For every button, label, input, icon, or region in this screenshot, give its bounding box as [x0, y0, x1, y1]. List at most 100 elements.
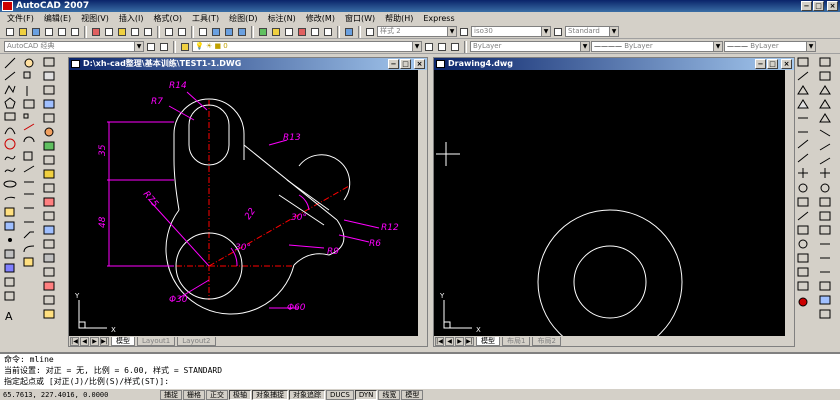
layer-select[interactable]: 💡 ☀ ■ 0 ▼ [192, 41, 422, 52]
drawing-canvas[interactable]: Y X [434, 70, 785, 336]
make-current-layer-icon[interactable] [423, 41, 435, 53]
drawing-canvas[interactable]: R14 R7 R13 35 48 R75 22 R12 R6 R9 30° 30… [69, 70, 418, 336]
dim-phi30: Φ30 [169, 295, 188, 305]
maximize-button[interactable]: □ [767, 59, 778, 69]
model-toggle[interactable]: 模型 [401, 389, 424, 400]
workspace-select[interactable]: AutoCAD 经典 ▼ [4, 41, 144, 52]
close-button[interactable]: × [781, 59, 792, 69]
text-style-select[interactable]: 样式 2 ▼ [377, 26, 457, 37]
workspace-save-icon[interactable] [158, 41, 170, 53]
cut-icon[interactable] [90, 26, 102, 38]
workspace-settings-icon[interactable] [145, 41, 157, 53]
first-tab-icon[interactable]: |◀ [70, 336, 79, 346]
paste-icon[interactable] [116, 26, 128, 38]
menu-window[interactable]: 窗口(W) [342, 13, 382, 24]
command-prompt[interactable]: 指定起点或 [对正(J)/比例(S)/样式(ST)]: [4, 376, 840, 387]
zoom-window-icon[interactable] [223, 26, 235, 38]
maximize-button[interactable]: □ [813, 1, 824, 11]
snap-toggle[interactable]: 捕捉 [160, 389, 182, 400]
layer-previous-icon[interactable] [436, 41, 448, 53]
new-icon[interactable] [4, 26, 16, 38]
redo-icon[interactable] [176, 26, 188, 38]
tab-model[interactable]: 模型 [476, 336, 500, 346]
menu-view[interactable]: 视图(V) [78, 13, 116, 24]
close-button[interactable]: × [414, 59, 425, 69]
dim-update-icon [797, 281, 809, 291]
tab-layout1[interactable]: 布局1 [502, 336, 531, 346]
zoom-previous-icon[interactable] [236, 26, 248, 38]
menu-edit[interactable]: 编辑(E) [41, 13, 78, 24]
leader-icon [797, 211, 809, 221]
osnap-node-icon [819, 211, 831, 221]
undo-icon[interactable] [163, 26, 175, 38]
dim-phi60: Φ60 [287, 303, 306, 313]
menu-format[interactable]: 格式(O) [150, 13, 189, 24]
polar-toggle[interactable]: 极轴 [229, 389, 251, 400]
menu-dimension[interactable]: 标注(N) [265, 13, 303, 24]
dim-35: 35 [98, 144, 108, 156]
lineweight-toggle[interactable]: 线宽 [378, 389, 401, 400]
menu-express[interactable]: Express [420, 14, 461, 23]
prev-tab-icon[interactable]: ◀ [80, 336, 89, 346]
quickcalc-icon[interactable] [322, 26, 334, 38]
next-tab-icon[interactable]: ▶ [90, 336, 99, 346]
menu-bar: 文件(F) 编辑(E) 视图(V) 插入(I) 格式(O) 工具(T) 绘图(D… [0, 12, 840, 24]
dim-r9: R9 [327, 247, 339, 257]
prev-tab-icon[interactable]: ◀ [445, 336, 454, 346]
first-tab-icon[interactable]: |◀ [435, 336, 444, 346]
menu-insert[interactable]: 插入(I) [116, 13, 151, 24]
next-tab-icon[interactable]: ▶ [455, 336, 464, 346]
color-select[interactable]: ByLayer ▼ [470, 41, 590, 52]
otrack-toggle[interactable]: 对象追踪 [289, 389, 325, 400]
drawing-window-drawing4[interactable]: Drawing4.dwg − □ × Y X |◀ ◀ ▶ ▶| 模型 布局1 … [433, 57, 795, 347]
tab-layout2[interactable]: 布局2 [532, 336, 561, 346]
copy-icon[interactable] [103, 26, 115, 38]
drawing-window-test1[interactable]: D:\xh-cad整理\基本训练\TEST1-1.DWG − □ × R14 R… [68, 57, 428, 347]
open-icon[interactable] [17, 26, 29, 38]
osnap-toggle[interactable]: 对象捕捉 [252, 389, 288, 400]
pan-icon[interactable] [197, 26, 209, 38]
tool-palettes-icon[interactable] [283, 26, 295, 38]
vertical-scrollbar[interactable] [785, 70, 794, 336]
linetype-select[interactable]: ———— ByLayer ▼ [591, 41, 723, 52]
vertical-scrollbar[interactable] [418, 70, 427, 336]
markup-icon[interactable] [309, 26, 321, 38]
layer-iso-icon[interactable] [449, 41, 461, 53]
minimize-button[interactable]: − [801, 1, 812, 11]
help-icon[interactable] [343, 26, 355, 38]
match-properties-icon[interactable] [129, 26, 141, 38]
dim-style-select[interactable]: iso30 ▼ [471, 26, 551, 37]
menu-help[interactable]: 帮助(H) [382, 13, 420, 24]
block-editor-icon[interactable] [142, 26, 154, 38]
grid-toggle[interactable]: 栅格 [183, 389, 205, 400]
save-icon[interactable] [30, 26, 42, 38]
maximize-button[interactable]: □ [400, 59, 411, 69]
print-icon[interactable] [43, 26, 55, 38]
publish-icon[interactable] [69, 26, 81, 38]
menu-file[interactable]: 文件(F) [4, 13, 41, 24]
ducs-toggle[interactable]: DUCS [326, 389, 354, 400]
lineweight-select[interactable]: ——— ByLayer ▼ [724, 41, 816, 52]
designcenter-icon[interactable] [270, 26, 282, 38]
table-style-select[interactable]: Standard ▼ [565, 26, 619, 37]
preview-icon[interactable] [56, 26, 68, 38]
osnap-perpendicular-icon [820, 168, 830, 178]
last-tab-icon[interactable]: ▶| [100, 336, 109, 346]
zoom-realtime-icon[interactable] [210, 26, 222, 38]
ortho-toggle[interactable]: 正交 [206, 389, 228, 400]
minimize-button[interactable]: − [388, 59, 399, 69]
menu-tools[interactable]: 工具(T) [189, 13, 226, 24]
layer-manager-icon[interactable] [179, 41, 191, 53]
sheetset-icon[interactable] [296, 26, 308, 38]
tab-layout2[interactable]: Layout2 [177, 336, 216, 346]
menu-draw[interactable]: 绘图(D) [226, 13, 264, 24]
close-button[interactable]: × [827, 1, 838, 11]
tab-model[interactable]: 模型 [111, 336, 135, 346]
dyn-toggle[interactable]: DYN [354, 389, 378, 400]
menu-modify[interactable]: 修改(M) [303, 13, 342, 24]
properties-icon[interactable] [257, 26, 269, 38]
minimize-button[interactable]: − [755, 59, 766, 69]
command-window[interactable]: 命令: mline 当前设置: 对正 = 无, 比例 = 6.00, 样式 = … [0, 352, 840, 388]
tab-layout1[interactable]: Layout1 [137, 336, 176, 346]
last-tab-icon[interactable]: ▶| [465, 336, 474, 346]
